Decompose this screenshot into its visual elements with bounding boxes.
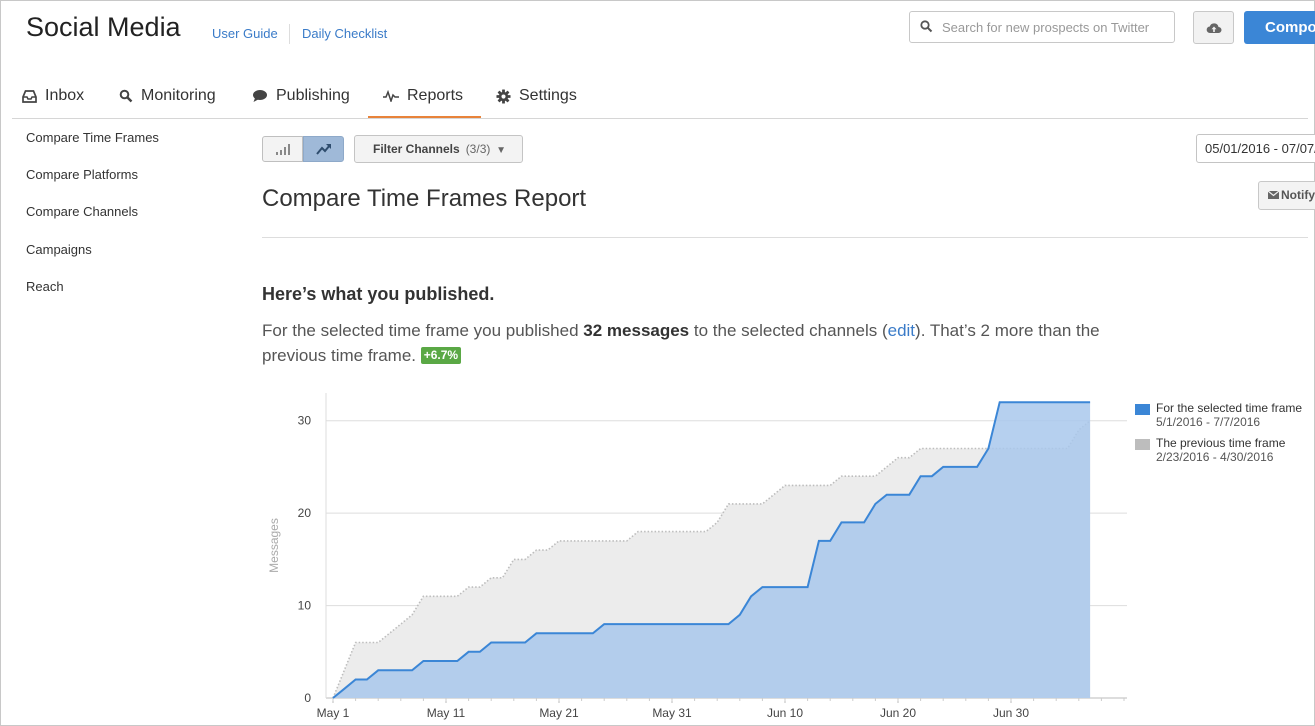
x-tick-label: Jun 30 [993, 706, 1029, 720]
summary-pre: For the selected time frame you publishe… [262, 321, 584, 340]
pulse-icon [383, 90, 399, 102]
y-axis-label: Messages [267, 518, 281, 573]
x-tick-label: May 31 [652, 706, 692, 720]
filter-label: Filter Channels [373, 142, 460, 156]
messages-area-chart: 0 10 20 30 Messages May 1 May 11 May 21 May 31 Ju… [267, 393, 1127, 720]
date-range-input[interactable]: 05/01/2016 - 07/07/2016 [1196, 134, 1315, 163]
tab-reports[interactable]: Reports [383, 86, 463, 106]
sidebar-item-reach[interactable]: Reach [26, 279, 64, 294]
sidebar-item-compare-platforms[interactable]: Compare Platforms [26, 167, 138, 182]
summary-mid: to the selected channels ( [689, 321, 888, 340]
caret-down-icon: ▼ [493, 145, 507, 156]
y-tick-label: 10 [298, 599, 312, 613]
section-heading: Here’s what you published. [262, 284, 495, 304]
search-input[interactable] [940, 19, 1170, 36]
tab-label: Settings [519, 87, 577, 104]
y-tick-label: 30 [298, 414, 312, 428]
legend-label: The previous time frame [1156, 436, 1286, 450]
header-divider [289, 24, 290, 44]
sidebar-item-compare-channels[interactable]: Compare Channels [26, 204, 138, 219]
search-icon [119, 89, 133, 103]
tab-label: Reports [407, 87, 464, 104]
legend-label: For the selected time frame [1156, 401, 1303, 415]
notify-button[interactable]: Notify [1258, 181, 1315, 210]
gear-icon [496, 88, 511, 104]
x-tick-label: Jun 20 [880, 706, 916, 720]
user-guide-link[interactable]: User Guide [212, 26, 278, 41]
nav-divider [12, 118, 1308, 119]
cloud-upload-icon [1206, 23, 1222, 34]
y-tick-label: 20 [298, 506, 312, 520]
tab-label: Inbox [45, 87, 85, 104]
legend-item-previous: The previous time frame 2/23/2016 - 4/30… [1135, 436, 1306, 464]
speech-bubble-icon [253, 90, 267, 102]
report-title: Compare Time Frames Report [262, 185, 587, 212]
filter-count: (3/3) [465, 142, 491, 156]
x-tick-label: Jun 10 [767, 706, 803, 720]
notify-label: Notify [1281, 188, 1315, 202]
tab-monitoring[interactable]: Monitoring [119, 86, 216, 106]
x-tick-label: May 11 [427, 706, 466, 720]
inbox-icon [22, 89, 37, 103]
compose-button[interactable]: Compose [1244, 11, 1315, 44]
tab-publishing[interactable]: Publishing [252, 86, 350, 106]
message-count: 32 messages [583, 321, 690, 340]
signal-bars-icon [276, 144, 290, 155]
legend-item-current: For the selected time frame 5/1/2016 - 7… [1135, 401, 1306, 429]
app-title: Social Media [26, 12, 181, 42]
legend-swatch-previous [1135, 439, 1150, 450]
y-tick-label: 0 [304, 691, 311, 705]
tab-label: Monitoring [141, 87, 216, 104]
envelope-icon [1268, 191, 1279, 199]
x-tick-label: May 21 [539, 706, 579, 720]
upload-button[interactable] [1193, 11, 1234, 44]
search-icon [920, 20, 933, 38]
bar-chart-view-button[interactable] [262, 136, 303, 162]
twitter-search-box[interactable] [909, 11, 1175, 43]
sidebar-item-compare-time-frames[interactable]: Compare Time Frames [26, 130, 159, 145]
tab-label: Publishing [276, 87, 350, 104]
tab-inbox[interactable]: Inbox [22, 86, 84, 106]
filter-channels-button[interactable]: Filter Channels (3/3) ▼ [354, 135, 523, 163]
change-badge: +6.7% [420, 347, 462, 364]
sidebar-item-campaigns[interactable]: Campaigns [26, 242, 92, 257]
trend-view-button[interactable] [303, 136, 344, 162]
chart-legend: For the selected time frame 5/1/2016 - 7… [1135, 401, 1306, 471]
tab-settings[interactable]: Settings [496, 86, 577, 106]
daily-checklist-link[interactable]: Daily Checklist [302, 26, 387, 41]
trending-up-icon [316, 144, 331, 155]
x-tick-label: May 1 [317, 706, 350, 720]
legend-range: 5/1/2016 - 7/7/2016 [1156, 415, 1261, 429]
summary-text: For the selected time frame you publishe… [262, 318, 1142, 368]
legend-range: 2/23/2016 - 4/30/2016 [1156, 450, 1274, 464]
title-divider [262, 237, 1308, 238]
edit-link[interactable]: edit [888, 321, 915, 340]
legend-swatch-current [1135, 404, 1150, 415]
